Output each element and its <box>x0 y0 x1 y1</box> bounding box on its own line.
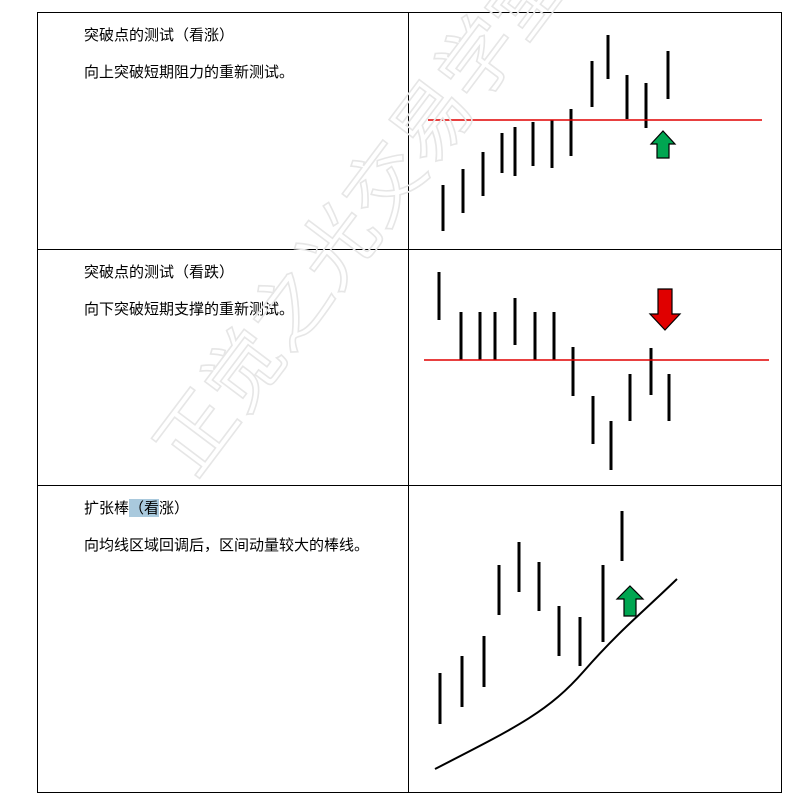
highlighted-text: （看 <box>129 499 160 517</box>
moving-average-line <box>434 578 678 770</box>
figure-cell <box>409 13 781 249</box>
row-title: 突破点的测试（看跌） <box>84 263 235 281</box>
text-cell: 突破点的测试（看跌） 向下突破短期支撑的重新测试。 <box>38 250 409 485</box>
row-description: 向均线区域回调后，区间动量较大的棒线。 <box>84 536 370 554</box>
text-cell: 突破点的测试（看涨） 向上突破短期阻力的重新测试。 <box>38 13 409 249</box>
figure-cell <box>409 486 781 792</box>
setup-table: 突破点的测试（看涨） 向上突破短期阻力的重新测试。 突破点的测试（看跌） 向下突… <box>37 12 782 793</box>
text-cell: 扩张棒（看涨） 向均线区域回调后，区间动量较大的棒线。 <box>38 486 409 792</box>
title-suffix: 涨） <box>159 499 190 517</box>
bearish-retest-figure <box>424 272 769 470</box>
expansion-bar-figure <box>434 511 678 770</box>
row-description: 向下突破短期支撑的重新测试。 <box>84 300 295 318</box>
row-description: 向上突破短期阻力的重新测试。 <box>84 63 295 81</box>
title-prefix: 扩张棒 <box>84 499 130 517</box>
up-arrow-icon <box>649 130 677 159</box>
table-row-breakout-test-bullish: 突破点的测试（看涨） 向上突破短期阻力的重新测试。 <box>38 13 781 250</box>
figure-cell <box>409 250 781 485</box>
table-row-breakout-test-bearish: 突破点的测试（看跌） 向下突破短期支撑的重新测试。 <box>38 250 781 486</box>
row-title: 突破点的测试（看涨） <box>84 26 235 44</box>
up-arrow-icon <box>615 585 645 617</box>
bullish-retest-figure <box>428 35 762 231</box>
row-title: 扩张棒（看涨） <box>84 498 189 518</box>
down-arrow-icon <box>648 288 682 331</box>
table-row-expansion-bar: 扩张棒（看涨） 向均线区域回调后，区间动量较大的棒线。 <box>38 486 781 792</box>
